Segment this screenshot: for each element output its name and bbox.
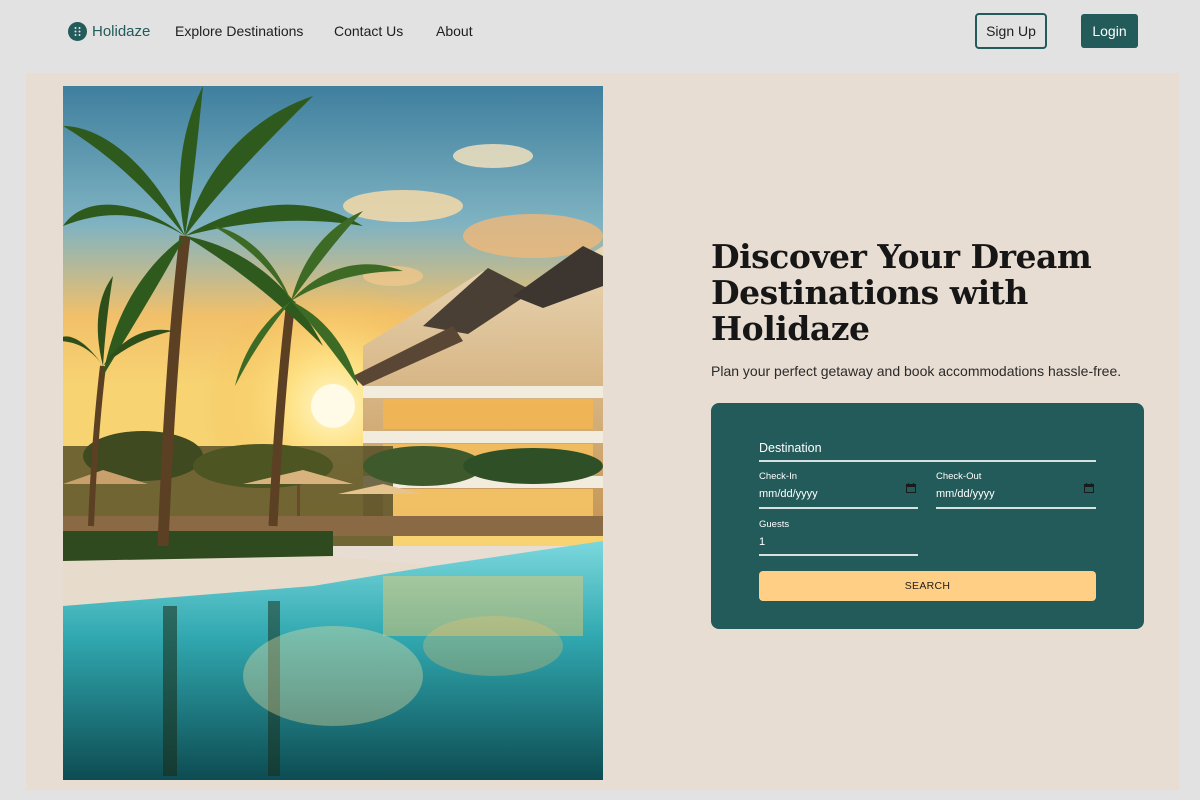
hero-title: Discover Your Dream Destinations with Ho… <box>711 237 1092 348</box>
nav-about[interactable]: About <box>436 22 473 40</box>
grid-dots-icon <box>68 21 87 41</box>
search-button[interactable]: SEARCH <box>759 571 1096 601</box>
destination-input[interactable]: Destination <box>759 439 1096 462</box>
calendar-icon[interactable] <box>1084 480 1094 498</box>
check-in-label: Check-In <box>759 471 798 482</box>
logo-text: Holidaze <box>92 22 151 40</box>
nav-explore-destinations[interactable]: Explore Destinations <box>175 22 303 40</box>
check-in-value: mm/dd/yyyy <box>759 488 818 500</box>
sign-up-button[interactable]: Sign Up <box>975 13 1047 49</box>
hero-image <box>63 86 603 780</box>
check-out-value: mm/dd/yyyy <box>936 488 995 500</box>
search-form: Destination Check-In mm/dd/yyyy Check-Ou… <box>711 403 1144 629</box>
hero-section: Discover Your Dream Destinations with Ho… <box>26 73 1179 790</box>
nav-contact-us[interactable]: Contact Us <box>334 22 403 40</box>
logo[interactable]: Holidaze <box>68 20 150 42</box>
navbar: Holidaze Explore Destinations Contact Us… <box>0 0 1200 62</box>
destination-placeholder: Destination <box>759 441 822 455</box>
check-out-field[interactable]: Check-Out mm/dd/yyyy <box>936 471 1096 509</box>
guests-value: 1 <box>759 536 766 548</box>
calendar-icon[interactable] <box>906 480 916 498</box>
check-in-field[interactable]: Check-In mm/dd/yyyy <box>759 471 918 509</box>
guests-field[interactable]: Guests 1 <box>759 519 918 556</box>
check-out-label: Check-Out <box>936 471 982 482</box>
hero-subtitle: Plan your perfect getaway and book accom… <box>711 363 1122 379</box>
guests-label: Guests <box>759 519 790 530</box>
login-button[interactable]: Login <box>1081 14 1138 48</box>
